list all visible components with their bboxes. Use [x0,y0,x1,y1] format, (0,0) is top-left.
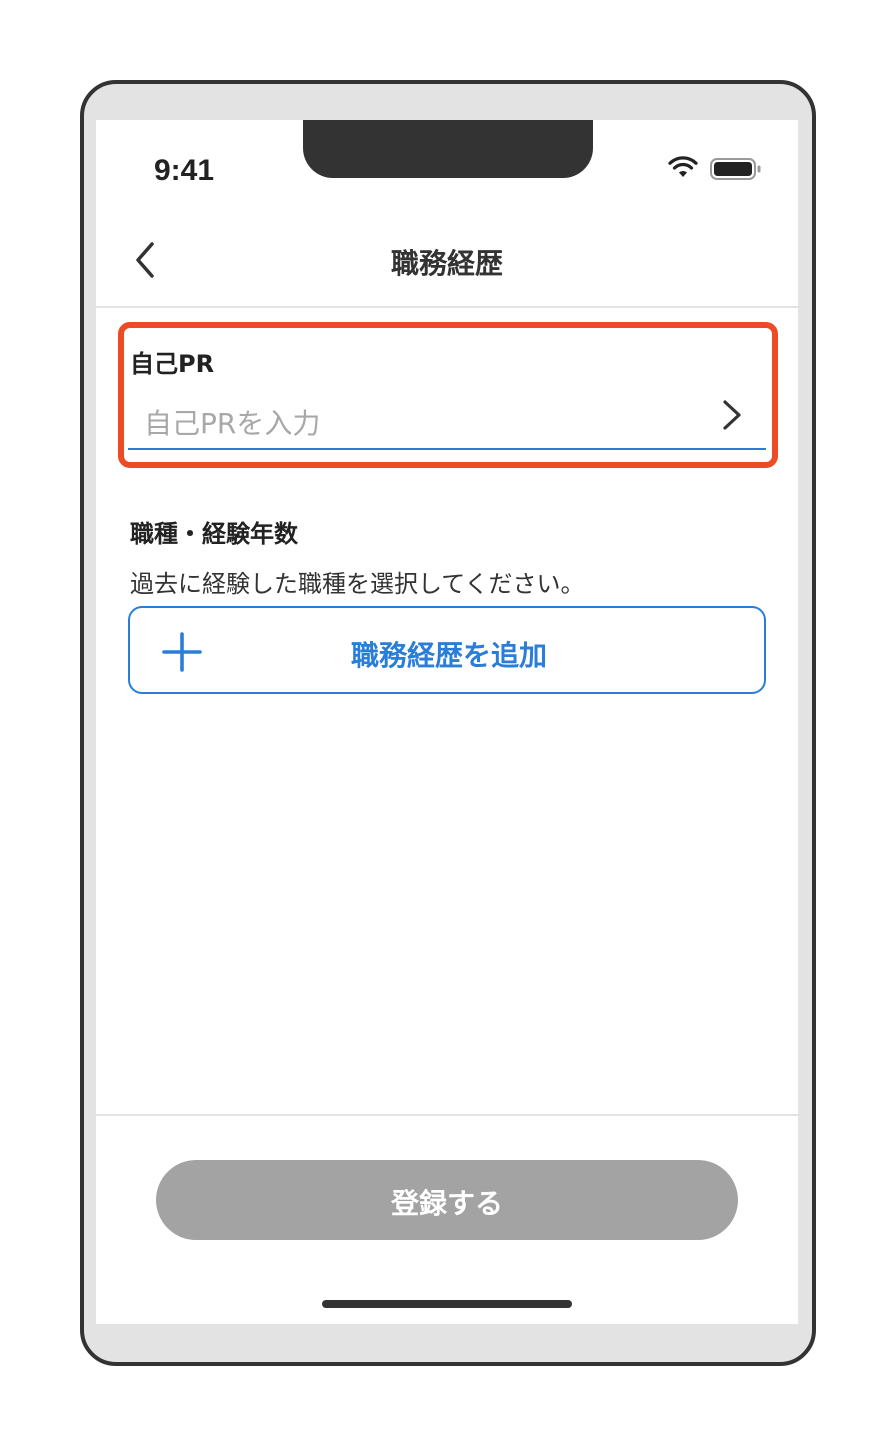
page-title: 職務経歴 [390,247,503,280]
status-time: 9:41 [154,154,215,187]
battery-icon [710,158,761,180]
submit-button[interactable]: 登録する [156,1160,738,1240]
wifi-icon [668,156,698,177]
add-job-history-button[interactable]: 職務経歴を追加 [128,606,766,694]
self-pr-input[interactable]: 自己PRを入力 [128,390,766,450]
chevron-right-icon [723,400,741,430]
header-divider [96,306,798,308]
job-history-description: 過去に経験した職種を選択してください。 [130,570,585,598]
job-history-label: 職種・経験年数 [130,520,298,548]
submit-label: 登録する [390,1187,503,1220]
app-screen: 9:41 職務経歴 自己PR 自己PRを入力 職種・経験年数 過去に経験した職種… [96,120,798,1324]
footer-divider [96,1114,798,1116]
home-indicator [322,1300,572,1308]
self-pr-label: 自己PR [130,350,215,378]
device-notch [303,120,593,178]
self-pr-placeholder: 自己PRを入力 [144,407,321,440]
add-job-history-label: 職務経歴を追加 [350,639,547,672]
